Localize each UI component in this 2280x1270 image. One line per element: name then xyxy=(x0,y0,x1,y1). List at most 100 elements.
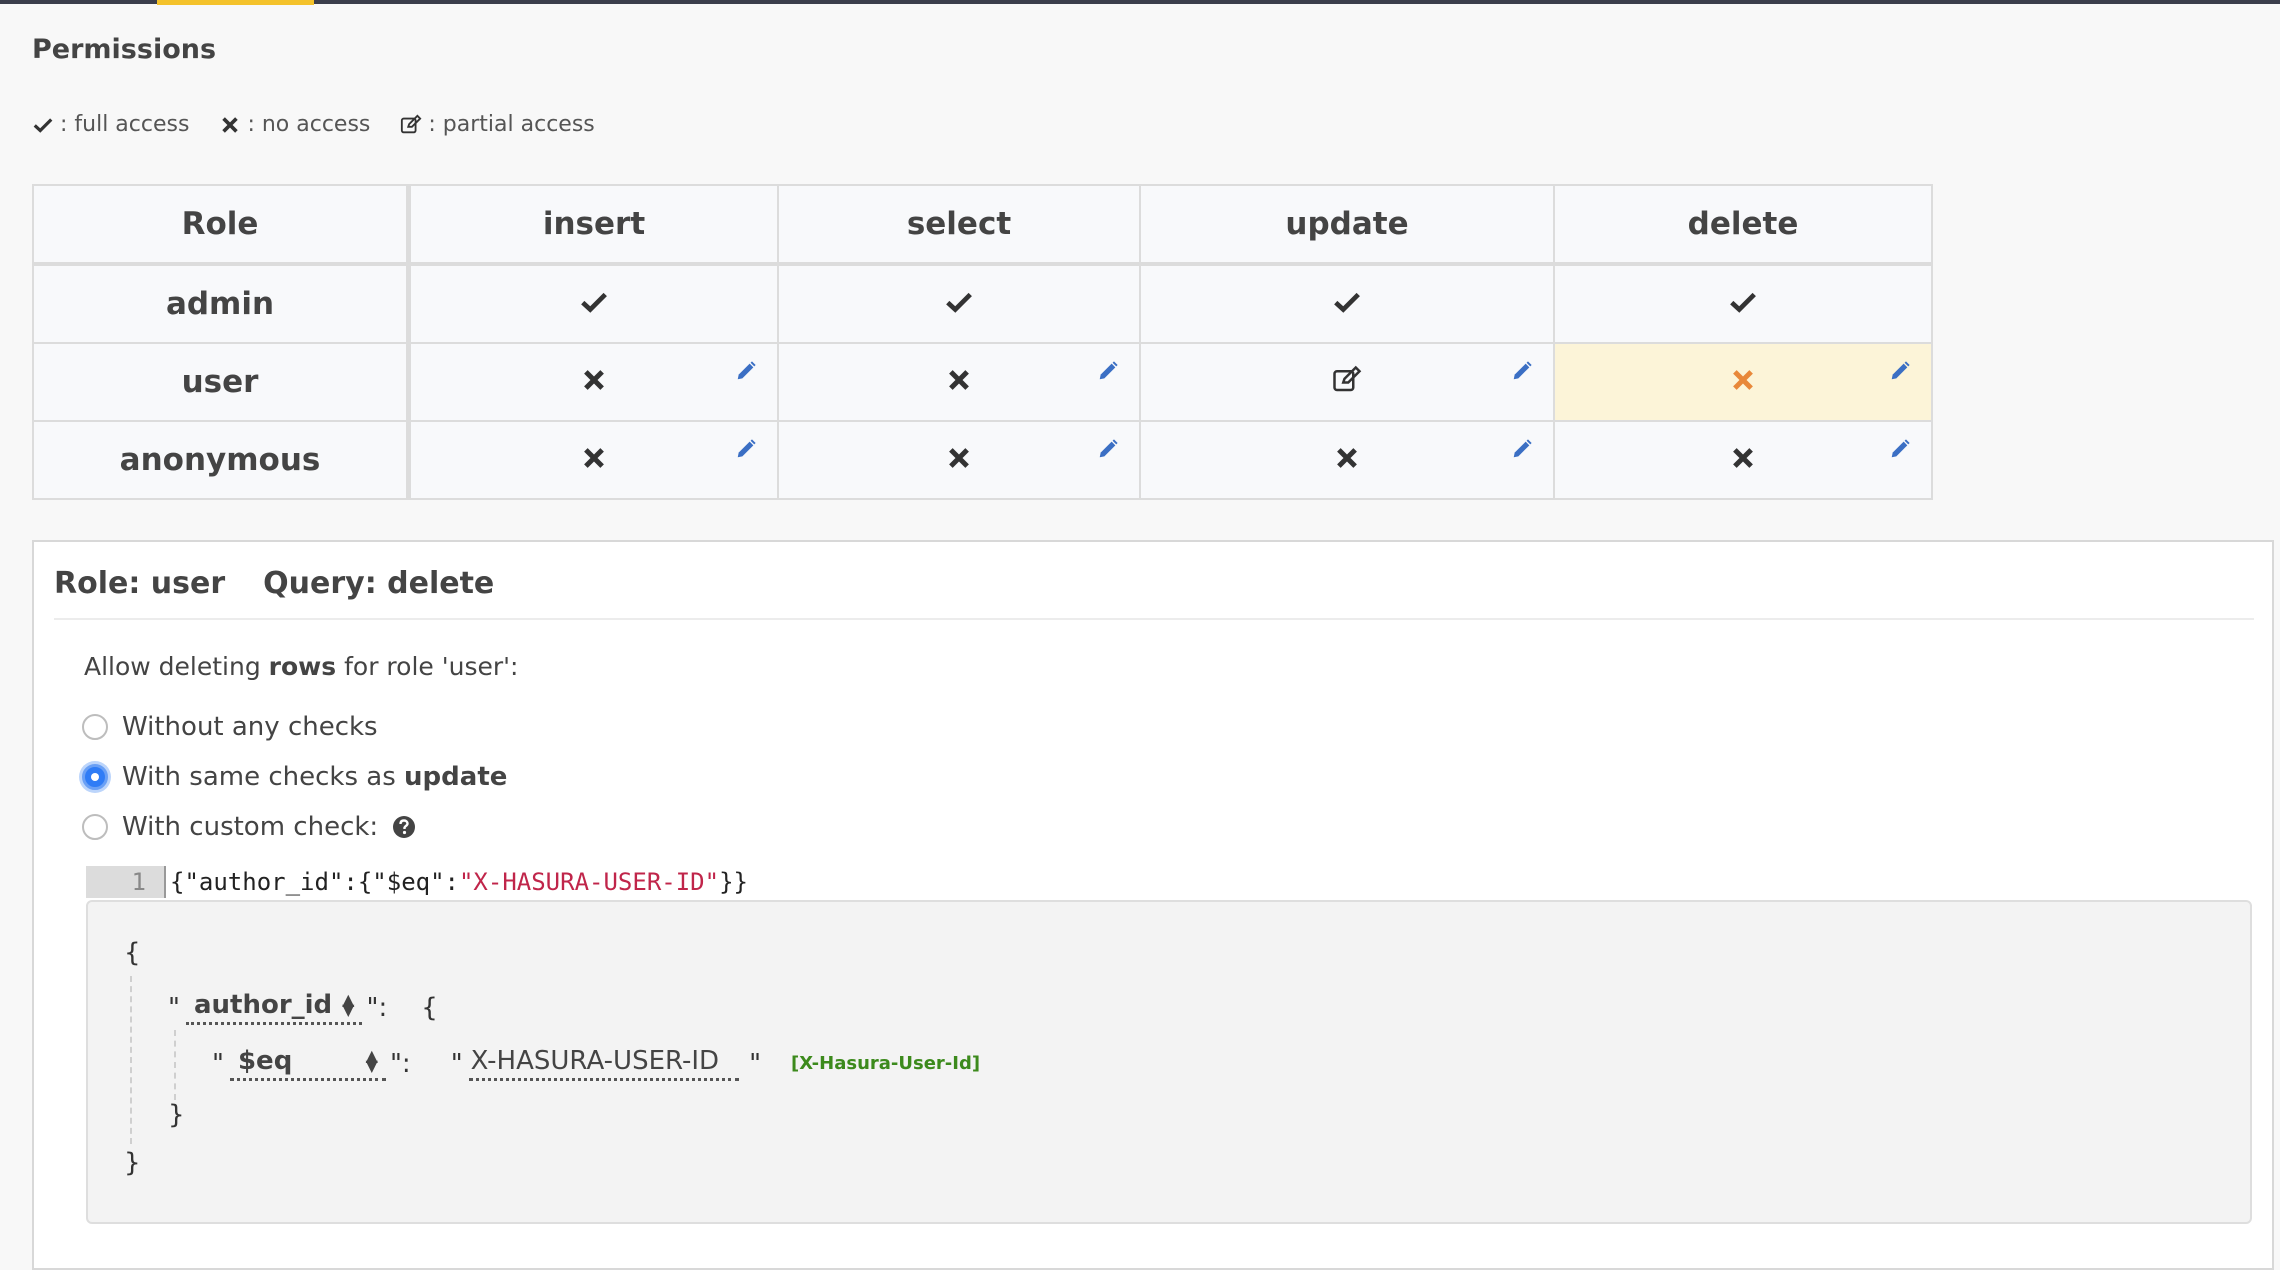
legend-full-access: : full access xyxy=(32,112,189,137)
line-number: 1 xyxy=(86,866,166,898)
builder-operator-row: " $eq ▲ ▼ ": " X-HASURA-USER-ID " [X-Hasu… xyxy=(212,1046,980,1081)
check-icon xyxy=(33,117,53,133)
permission-cell-anonymous-delete[interactable] xyxy=(1553,420,1933,500)
cross-icon xyxy=(1728,448,1758,477)
radio-same-checks[interactable] xyxy=(82,764,108,790)
allow-suffix: for role 'user': xyxy=(336,652,519,681)
option-without-checks-label: Without any checks xyxy=(122,712,378,742)
radio-custom-check[interactable] xyxy=(82,814,108,840)
quote-op-open: " xyxy=(212,1048,224,1079)
permission-cell-user-update[interactable] xyxy=(1139,342,1555,422)
permission-cell-admin-select xyxy=(777,263,1141,344)
legend-partial-label: : partial access xyxy=(428,112,595,137)
legend-none-label: : no access xyxy=(247,112,371,137)
active-tab-indicator xyxy=(157,0,314,5)
pencil-icon[interactable] xyxy=(1511,360,1533,382)
option-without-checks[interactable]: Without any checks xyxy=(82,712,378,742)
permission-cell-user-insert[interactable] xyxy=(407,342,779,422)
permission-cell-admin-update xyxy=(1139,263,1555,344)
pencil-icon[interactable] xyxy=(1511,438,1533,460)
value-input[interactable]: X-HASURA-USER-ID xyxy=(468,1046,740,1081)
column-colon: ": xyxy=(366,992,388,1023)
pencil-icon[interactable] xyxy=(735,360,757,382)
cross-icon xyxy=(579,370,609,399)
legend-partial-access: : partial access xyxy=(400,112,595,137)
role-name: user xyxy=(181,364,259,400)
same-bold: update xyxy=(404,762,508,792)
table-row: admin xyxy=(32,263,1933,344)
quote-open: " xyxy=(168,992,180,1023)
builder-close-brace: } xyxy=(124,1148,141,1178)
same-prefix: With same checks as xyxy=(122,762,405,792)
role-cell: user xyxy=(32,342,411,422)
quote-val-close: " xyxy=(749,1048,762,1079)
permission-cell-admin-insert xyxy=(407,263,779,344)
pencil-icon[interactable] xyxy=(1889,438,1911,460)
table-row: user xyxy=(32,342,1933,422)
pencil-icon[interactable] xyxy=(1097,360,1119,382)
radio-without-checks[interactable] xyxy=(82,714,108,740)
permission-cell-anonymous-update[interactable] xyxy=(1139,420,1555,500)
session-variable-link[interactable]: [X-Hasura-User-Id] xyxy=(791,1053,980,1074)
cross-icon xyxy=(944,370,974,399)
edit-square-icon xyxy=(401,114,422,133)
role-cell: anonymous xyxy=(32,420,411,500)
column-open-brace: { xyxy=(421,992,438,1023)
indent-guide xyxy=(130,976,132,1144)
quote-val-open: " xyxy=(450,1048,463,1079)
cross-icon xyxy=(222,116,239,133)
check-icon xyxy=(944,292,974,321)
permission-cell-user-select[interactable] xyxy=(777,342,1141,422)
header-insert: insert xyxy=(407,184,779,266)
column-select[interactable]: author_id ▲ ▼ xyxy=(185,990,363,1025)
header-select: select xyxy=(777,184,1141,266)
panel-query-label: Query: delete xyxy=(263,566,495,601)
allow-bold: rows xyxy=(268,652,337,681)
question-circle-icon[interactable] xyxy=(392,815,416,839)
builder-open-brace: { xyxy=(124,938,141,968)
permission-cell-anonymous-insert[interactable] xyxy=(407,420,779,500)
pencil-icon[interactable] xyxy=(735,438,757,460)
page-title: Permissions xyxy=(32,34,217,65)
operator-select[interactable]: $eq ▲ ▼ xyxy=(229,1046,386,1081)
panel-divider xyxy=(54,618,2254,620)
permissions-table: Role insert select update delete admin us… xyxy=(32,184,1933,500)
role-name: anonymous xyxy=(119,442,321,478)
pencil-icon[interactable] xyxy=(1889,360,1911,382)
cross-icon xyxy=(944,448,974,477)
option-same-checks[interactable]: With same checks as update xyxy=(82,762,507,792)
pencil-icon[interactable] xyxy=(1097,438,1119,460)
option-custom-check[interactable]: With custom check: xyxy=(82,812,416,842)
permissions-legend: : full access : no access : partial acce… xyxy=(32,112,595,137)
option-same-checks-label: With same checks as update xyxy=(122,762,507,792)
cross-icon xyxy=(1728,370,1758,399)
header-role: Role xyxy=(32,184,411,266)
top-nav-bar xyxy=(0,0,2280,5)
code-string: "X-HASURA-USER-ID" xyxy=(458,868,720,896)
table-row: anonymous xyxy=(32,420,1933,500)
permission-cell-anonymous-select[interactable] xyxy=(777,420,1141,500)
allow-prefix: Allow deleting xyxy=(84,652,269,681)
panel-role-label: Role: user xyxy=(54,566,226,601)
edit-square-icon xyxy=(1332,365,1362,399)
allow-description: Allow deleting rows for role 'user': xyxy=(84,652,518,681)
cross-icon xyxy=(1332,448,1362,477)
code-open: {"author_id":{"$eq": xyxy=(170,868,459,896)
boolean-expression-builder: { " author_id ▲ ▼ ": { " $eq ▲ ▼ ": " X-HA… xyxy=(86,900,2252,1224)
code-editor[interactable]: 1 {"author_id":{"$eq":"X-HASURA-USER-ID"… xyxy=(86,866,748,898)
role-name: admin xyxy=(165,286,275,322)
indent-guide-inner xyxy=(174,1030,176,1100)
sort-arrows-icon: ▲ ▼ xyxy=(342,990,355,1019)
header-update: update xyxy=(1139,184,1555,266)
table-header-row: Role insert select update delete xyxy=(32,184,1933,266)
code-close: }} xyxy=(719,868,748,896)
code-text[interactable]: {"author_id":{"$eq":"X-HASURA-USER-ID"}} xyxy=(170,868,748,896)
role-cell: admin xyxy=(32,263,411,344)
cross-icon xyxy=(579,448,609,477)
permission-cell-user-delete[interactable] xyxy=(1553,342,1933,422)
operator-select-value: $eq xyxy=(237,1046,293,1076)
builder-inner-close-brace: } xyxy=(168,1100,185,1130)
sort-arrows-icon: ▲ ▼ xyxy=(365,1046,378,1075)
legend-no-access: : no access xyxy=(219,112,370,137)
permission-edit-panel: Role: user Query: delete Allow deleting … xyxy=(32,540,2274,1270)
